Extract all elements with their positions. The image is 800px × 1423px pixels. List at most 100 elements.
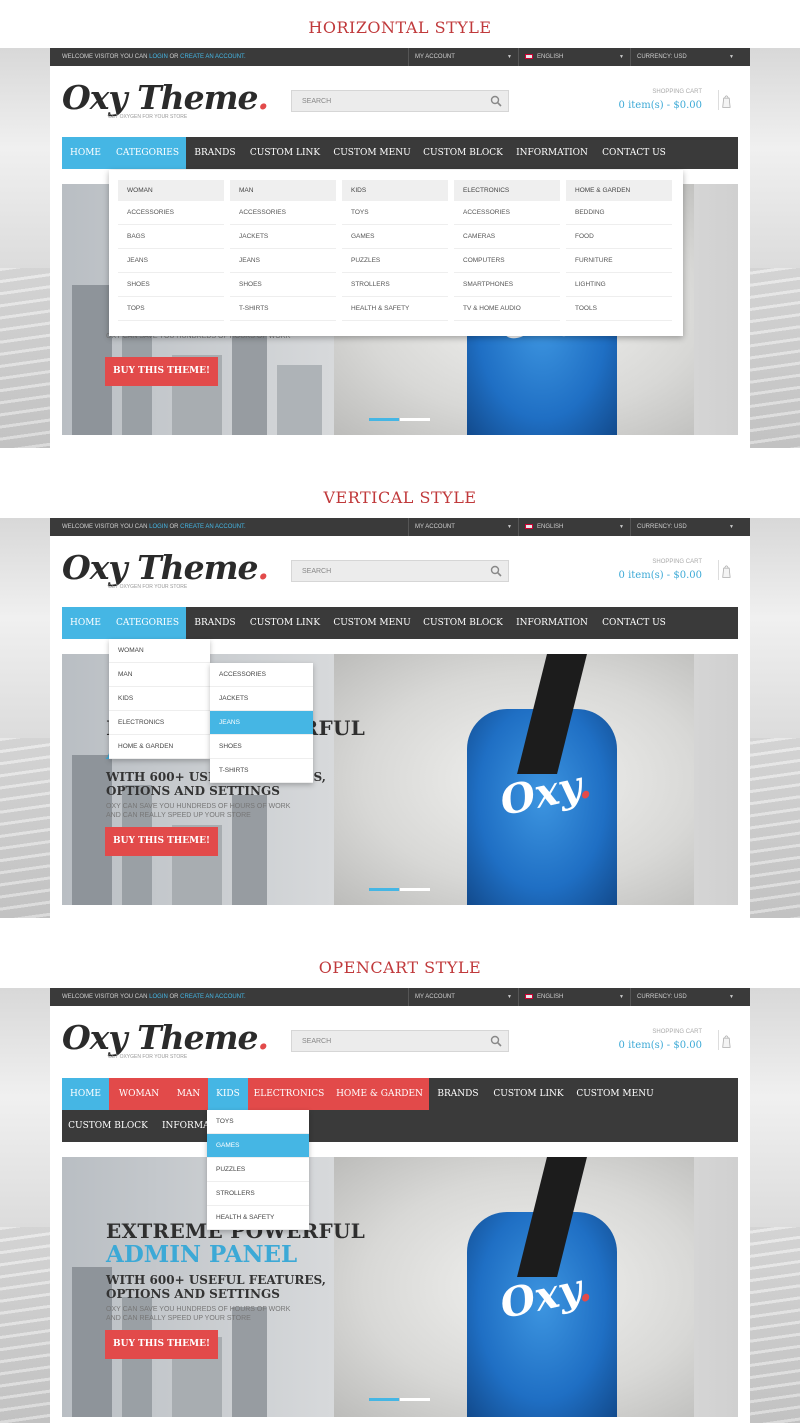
login-link[interactable]: LOGIN [149,524,168,530]
nav-information[interactable]: INFORMATION [508,607,596,639]
mega-item[interactable]: ACCESSORIES [118,201,224,225]
search-icon[interactable] [490,95,502,107]
language-dropdown[interactable]: ENGLISH ▼ [518,988,630,1006]
nav-contact-us[interactable]: CONTACT US [596,607,672,639]
nav-electronics[interactable]: ELECTRONICS [248,1078,330,1110]
vertical-menu-item[interactable]: ELECTRONICS [109,711,210,735]
mega-item[interactable]: STROLLERS [342,273,448,297]
slider-dot-active[interactable] [369,418,399,421]
nav-custom-link[interactable]: CUSTOM LINK [487,1078,570,1110]
login-link[interactable]: LOGIN [149,994,168,1000]
search-icon[interactable] [490,1035,502,1047]
nav-custom-menu[interactable]: CUSTOM MENU [326,607,418,639]
language-dropdown[interactable]: ENGLISH ▼ [518,48,630,66]
shopping-bag-icon[interactable] [718,1030,732,1050]
nav-categories[interactable]: CATEGORIES [109,607,186,639]
nav-custom-menu[interactable]: CUSTOM MENU [570,1078,660,1110]
slider-dot[interactable] [400,1398,430,1401]
nav-custom-link[interactable]: CUSTOM LINK [244,137,326,169]
search-input[interactable]: SEARCH [291,90,509,112]
mega-item[interactable]: SMARTPHONES [454,273,560,297]
create-account-link[interactable]: CREATE AN ACCOUNT. [180,54,246,60]
dropdown-item[interactable]: HEALTH & SAFETY [207,1206,309,1230]
nav-home[interactable]: HOME [62,137,109,169]
nav-contact-us[interactable]: CONTACT US [596,137,672,169]
vertical-menu-item[interactable]: WOMAN [109,639,210,663]
cart-value[interactable]: 0 item(s) - $0.00 [619,570,702,581]
mega-heading[interactable]: ELECTRONICS [454,180,560,201]
slider-dot[interactable] [400,418,430,421]
mega-item[interactable]: LIGHTING [566,273,672,297]
nav-kids[interactable]: KIDS [208,1078,248,1110]
nav-custom-link[interactable]: CUSTOM LINK [244,607,326,639]
currency-dropdown[interactable]: CURRENCY: USD ▼ [630,518,740,536]
vertical-menu-item[interactable]: HOME & GARDEN [109,735,210,759]
buy-theme-button[interactable]: BUY THIS THEME! [105,1330,218,1359]
submenu-item[interactable]: ACCESSORIES [210,663,313,687]
search-icon[interactable] [490,565,502,577]
nav-brands[interactable]: BRANDS [429,1078,487,1110]
mega-item[interactable]: SHOES [230,273,336,297]
mega-heading[interactable]: MAN [230,180,336,201]
dropdown-item-active[interactable]: GAMES [207,1134,309,1158]
nav-woman[interactable]: WOMAN [109,1078,169,1110]
nav-information[interactable]: INFORMA [154,1110,214,1142]
mega-item[interactable]: GAMES [342,225,448,249]
mega-item[interactable]: JACKETS [230,225,336,249]
nav-information[interactable]: INFORMATION [508,137,596,169]
vertical-menu-item[interactable]: KIDS [109,687,210,711]
mega-item[interactable]: JEANS [230,249,336,273]
my-account-dropdown[interactable]: MY ACCOUNT ▼ [408,988,518,1006]
submenu-item[interactable]: T-SHIRTS [210,759,313,783]
mega-item[interactable]: SHOES [118,273,224,297]
mega-heading[interactable]: KIDS [342,180,448,201]
currency-dropdown[interactable]: CURRENCY: USD ▼ [630,48,740,66]
nav-home-garden[interactable]: HOME & GARDEN [330,1078,429,1110]
logo[interactable]: Oxy Theme. [62,548,269,587]
search-input[interactable]: SEARCH [291,1030,509,1052]
language-dropdown[interactable]: ENGLISH ▼ [518,518,630,536]
dropdown-item[interactable]: STROLLERS [207,1182,309,1206]
mega-item[interactable]: PUZZLES [342,249,448,273]
my-account-dropdown[interactable]: MY ACCOUNT ▼ [408,48,518,66]
slider-dot-active[interactable] [369,1398,399,1401]
submenu-item[interactable]: SHOES [210,735,313,759]
nav-custom-block[interactable]: CUSTOM BLOCK [418,137,508,169]
mega-item[interactable]: CAMERAS [454,225,560,249]
mega-item[interactable]: T-SHIRTS [230,297,336,321]
nav-custom-menu[interactable]: CUSTOM MENU [326,137,418,169]
logo[interactable]: Oxy Theme. [62,1018,269,1057]
mega-item[interactable]: TOPS [118,297,224,321]
submenu-item[interactable]: JACKETS [210,687,313,711]
mega-item[interactable]: TV & HOME AUDIO [454,297,560,321]
logo[interactable]: Oxy Theme. [62,78,269,117]
my-account-dropdown[interactable]: MY ACCOUNT ▼ [408,518,518,536]
mega-item[interactable]: BAGS [118,225,224,249]
nav-categories[interactable]: CATEGORIES [109,137,186,169]
nav-brands[interactable]: BRANDS [186,607,244,639]
cart-value[interactable]: 0 item(s) - $0.00 [619,100,702,111]
create-account-link[interactable]: CREATE AN ACCOUNT. [180,994,246,1000]
login-link[interactable]: LOGIN [149,54,168,60]
slider-dot-active[interactable] [369,888,399,891]
mega-item[interactable]: TOYS [342,201,448,225]
mega-item[interactable]: COMPUTERS [454,249,560,273]
cart-value[interactable]: 0 item(s) - $0.00 [619,1040,702,1051]
nav-home[interactable]: HOME [62,1078,109,1110]
nav-custom-block[interactable]: CUSTOM BLOCK [418,607,508,639]
buy-theme-button[interactable]: BUY THIS THEME! [105,357,218,386]
currency-dropdown[interactable]: CURRENCY: USD ▼ [630,988,740,1006]
nav-man[interactable]: MAN [169,1078,208,1110]
mega-item[interactable]: JEANS [118,249,224,273]
slider-dot[interactable] [400,888,430,891]
search-input[interactable]: SEARCH [291,560,509,582]
vertical-menu-item[interactable]: MAN [109,663,210,687]
shopping-bag-icon[interactable] [718,560,732,580]
mega-item[interactable]: ACCESSORIES [230,201,336,225]
mega-item[interactable]: ACCESSORIES [454,201,560,225]
mega-item[interactable]: FURNITURE [566,249,672,273]
nav-brands[interactable]: BRANDS [186,137,244,169]
create-account-link[interactable]: CREATE AN ACCOUNT. [180,524,246,530]
mega-item[interactable]: FOOD [566,225,672,249]
mega-item[interactable]: BEDDING [566,201,672,225]
